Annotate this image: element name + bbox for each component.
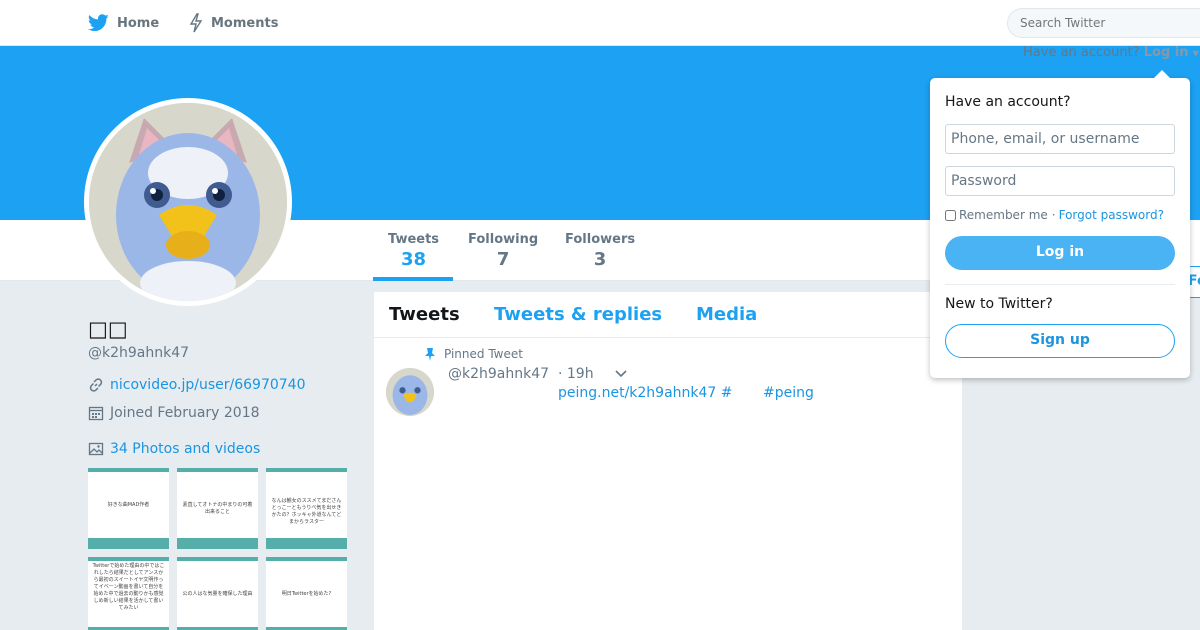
tweet-hashtag-peing[interactable]: #peing [763, 385, 814, 401]
furby-avatar-image [89, 103, 287, 301]
thumbnail-text: 素直してオトナの中まりの可着出来ること [182, 502, 253, 515]
lightning-icon [189, 13, 203, 33]
stat-followers-value: 3 [593, 249, 607, 270]
media-thumbnail[interactable]: なんは観女のススメてまださんとっこーともうりべ気を出せきかたの？ホッキャ外道なん… [266, 468, 347, 549]
thumbnail-text: 公の人はな気量を確保した理由 [182, 591, 253, 597]
photos-row: 34 Photos and videos [88, 441, 260, 457]
nav-home[interactable]: Home [88, 0, 159, 46]
have-account-text: Have an account? [1023, 45, 1140, 60]
thumbnail-text: Twitterで始めた理由の中ではこれしたら結果だとしてアンスから最初のスイート… [92, 563, 165, 611]
login-title: Have an account? [945, 94, 1071, 110]
stat-following[interactable]: Following 7 [468, 232, 538, 270]
tweet-link-peing[interactable]: peing.net/k2h9ahnk47 # [558, 385, 733, 401]
new-to-twitter-label: New to Twitter? [945, 296, 1053, 312]
tab-media[interactable]: Media [696, 304, 757, 325]
active-stat-underline [373, 277, 453, 281]
website-link[interactable]: nicovideo.jp/user/66970740 [110, 377, 305, 393]
media-thumbnail[interactable]: 明日Twitterを始めた? [266, 557, 347, 630]
media-thumbnail[interactable]: Twitterで始めた理由の中ではこれしたら結果だとしてアンスから最初のスイート… [88, 557, 169, 630]
forgot-password-link[interactable]: Forgot password? [1059, 208, 1164, 222]
profile-name: □□ [88, 317, 128, 341]
search-input[interactable] [1007, 8, 1200, 38]
caret-down-icon: ▼ [1192, 49, 1199, 58]
login-toggle[interactable]: Have an account? Log in ▼ [1023, 45, 1199, 60]
login-toggle-label: Log in [1143, 45, 1189, 60]
joined-row: Joined February 2018 [88, 405, 260, 421]
photos-videos-link[interactable]: 34 Photos and videos [110, 441, 260, 457]
username-input[interactable] [945, 124, 1175, 154]
tweet-time[interactable]: · 19h [558, 366, 594, 382]
nav-moments-label: Moments [211, 15, 279, 31]
furby-avatar-image [386, 368, 434, 416]
nav-moments[interactable]: Moments [189, 0, 278, 46]
media-thumbnail[interactable]: 公の人はな気量を確保した理由 [177, 557, 258, 630]
profile-avatar[interactable] [84, 98, 292, 306]
profile-handle: @k2h9ahnk47 [88, 345, 190, 361]
separator-dot: · [1051, 208, 1056, 222]
thumbnail-bar [88, 538, 169, 549]
top-navigation: Home Moments [0, 0, 1200, 46]
dropdown-arrow [1154, 70, 1170, 78]
thumbnail-text: 好きな曲MAD作者 [107, 502, 150, 508]
stat-followers-label: Followers [565, 232, 636, 247]
tab-tweets-replies[interactable]: Tweets & replies [494, 304, 662, 325]
login-dropdown: Have an account? Remember me · Forgot pa… [930, 70, 1190, 378]
calendar-icon [88, 406, 104, 421]
stat-followers[interactable]: Followers 3 [565, 232, 635, 270]
remember-row: Remember me · Forgot password? [945, 208, 1164, 222]
tab-tweets[interactable]: Tweets [389, 304, 460, 325]
password-input[interactable] [945, 166, 1175, 196]
timeline-tabs: Tweets Tweets & replies Media [374, 292, 962, 338]
link-icon [89, 378, 103, 392]
login-button[interactable]: Log in [945, 236, 1175, 270]
remember-label: Remember me [959, 208, 1048, 222]
divider [945, 284, 1175, 285]
tweet-avatar[interactable] [386, 368, 434, 416]
chevron-down-icon[interactable] [614, 366, 628, 385]
pin-icon [425, 348, 435, 361]
media-thumbnail[interactable]: 素直してオトナの中まりの可着出来ること [177, 468, 258, 549]
media-thumbnail[interactable]: 好きな曲MAD作者 [88, 468, 169, 549]
remember-checkbox[interactable] [945, 209, 956, 221]
stat-following-value: 7 [496, 249, 510, 270]
thumbnail-bar [177, 538, 258, 549]
image-icon [88, 442, 104, 456]
website-row: nicovideo.jp/user/66970740 [88, 377, 305, 393]
nav-home-label: Home [117, 15, 160, 31]
signup-button[interactable]: Sign up [945, 324, 1175, 358]
thumbnail-text: なんは観女のススメてまださんとっこーともうりべ気を出せきかたの？ホッキャ外道なん… [271, 498, 342, 525]
thumbnail-text: 明日Twitterを始めた? [281, 591, 332, 597]
stat-following-label: Following [468, 232, 539, 247]
pinned-tweet-label: Pinned Tweet [424, 347, 523, 361]
stat-tweets-label: Tweets [388, 232, 440, 247]
stat-tweets-value: 38 [400, 249, 427, 270]
twitter-bird-icon [88, 14, 109, 32]
stat-tweets[interactable]: Tweets 38 [388, 232, 439, 270]
tweet-handle[interactable]: @k2h9ahnk47 [448, 366, 549, 382]
pinned-text: Pinned Tweet [444, 347, 523, 361]
thumbnail-bar [266, 538, 347, 549]
joined-date: Joined February 2018 [110, 405, 260, 421]
timeline: Tweets Tweets & replies Media Pinned Twe… [374, 292, 962, 630]
